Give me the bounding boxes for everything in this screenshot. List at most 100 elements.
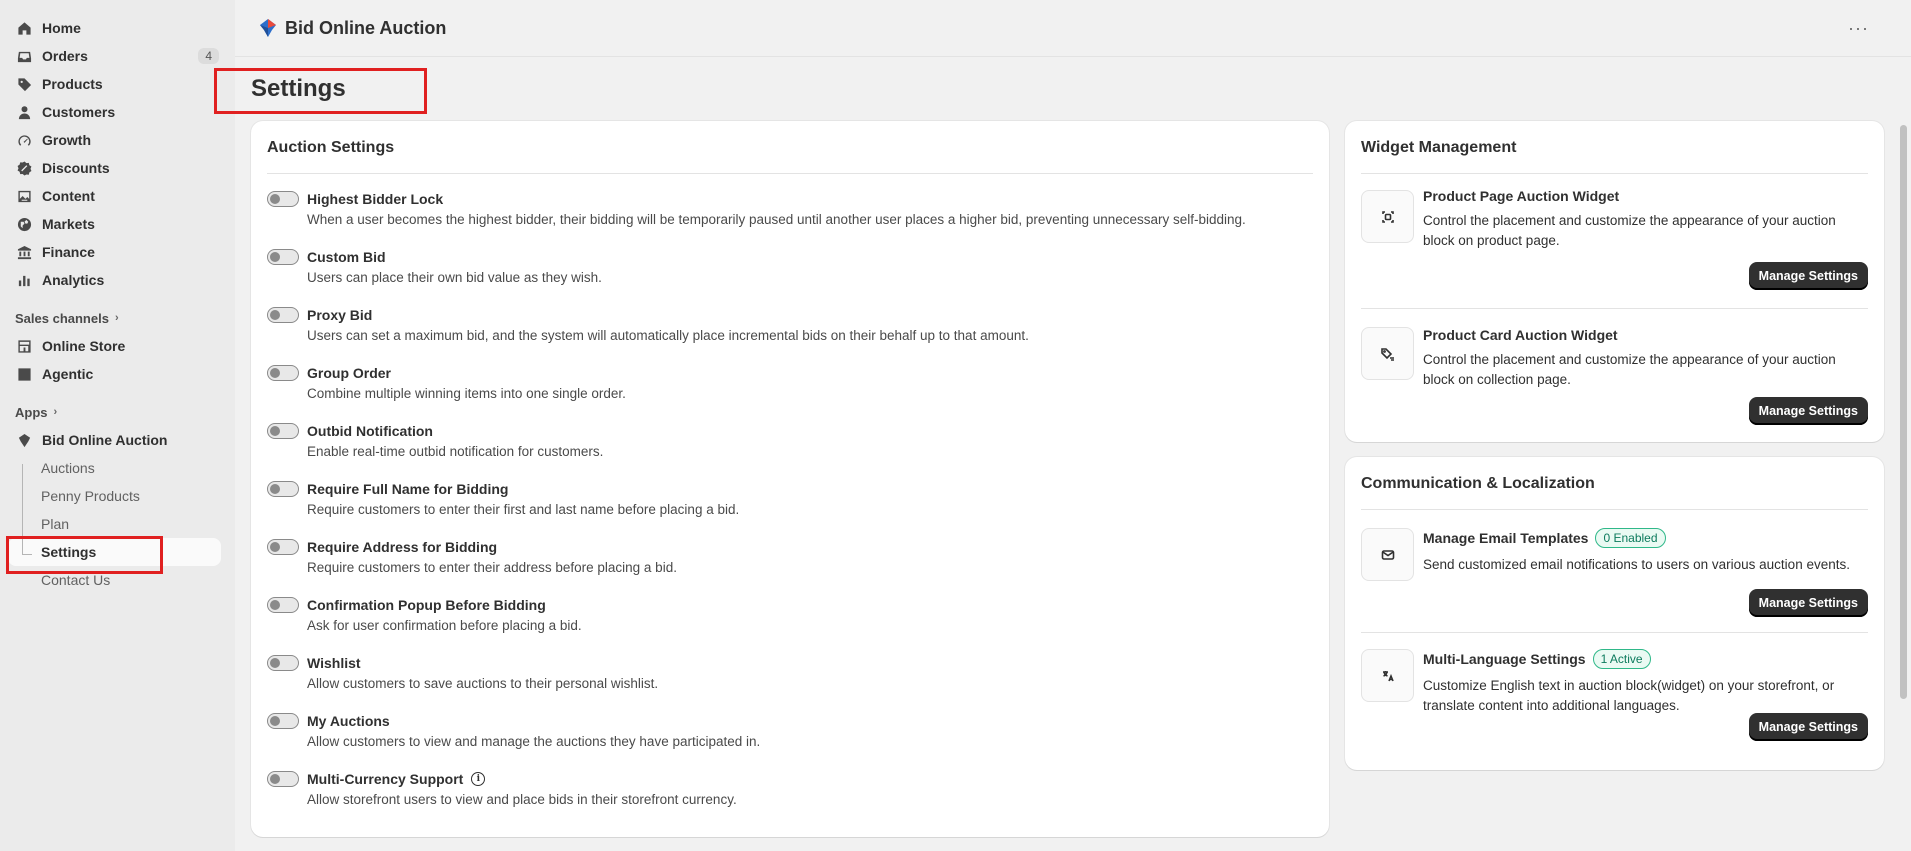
auction-settings-title: Auction Settings [267, 139, 395, 156]
setting-name-text: Group Order [307, 365, 392, 381]
communication-localization-card: Communication & Localization Manage Emai… [1345, 457, 1884, 770]
sidebar-item-label: Content [42, 188, 95, 204]
more-actions-icon[interactable]: ··· [1848, 18, 1869, 39]
widget-management-title: Widget Management [1361, 139, 1517, 156]
setting-toggle[interactable] [267, 713, 299, 729]
status-badge: 1 Active [1592, 649, 1651, 669]
sidebar-item-finance[interactable]: Finance [8, 238, 227, 266]
setting-toggle[interactable] [267, 365, 299, 381]
home-icon [16, 20, 32, 36]
setting-toggle[interactable] [267, 539, 299, 555]
page-title-highlight-box [214, 68, 427, 114]
setting-description: Require customers to enter their address… [307, 560, 677, 575]
setting-name-text: My Auctions [307, 713, 390, 729]
page-scrollbar[interactable] [1897, 57, 1911, 851]
sidebar-item-label: Online Store [42, 338, 126, 354]
app-gavel-icon [16, 432, 32, 448]
toggle-knob [270, 600, 280, 610]
chevron-right-icon: › [53, 406, 58, 418]
setting-toggle[interactable] [267, 597, 299, 613]
row-title: Product Card Auction Widget [1423, 327, 1618, 343]
agent-icon [16, 366, 32, 382]
widget-management-card: Widget Management Product Page Auction W… [1345, 121, 1884, 442]
setting-name: My Auctions [307, 710, 1313, 732]
widget-frame-icon [1361, 190, 1414, 243]
sidebar-item-label: Agentic [42, 366, 94, 382]
sidebar-item-label: Growth [42, 132, 91, 148]
setting-group-order: Group Order Combine multiple winning item… [267, 362, 1313, 420]
sidebar-item-label: Finance [42, 244, 95, 260]
setting-toggle[interactable] [267, 307, 299, 323]
setting-toggle[interactable] [267, 191, 299, 207]
sidebar-item-label: Analytics [42, 272, 105, 288]
sidebar-item-agentic[interactable]: Agentic [8, 360, 227, 388]
sidebar-item-markets[interactable]: Markets [8, 210, 227, 238]
toggle-knob [270, 252, 280, 262]
sidebar-item-online-store[interactable]: Online Store [8, 332, 227, 360]
setting-confirmation-popup-before-bidding: Confirmation Popup Before Bidding Ask for… [267, 594, 1313, 652]
sub-item-label: Penny Products [41, 488, 140, 504]
setting-description: When a user becomes the highest bidder, … [307, 212, 1246, 227]
bar-chart-icon [16, 272, 32, 288]
setting-require-full-name-for-bidding: Require Full Name for Bidding Require cus… [267, 478, 1313, 536]
setting-toggle[interactable] [267, 655, 299, 671]
setting-name: Custom Bid [307, 246, 1313, 268]
scrollbar-thumb[interactable] [1900, 125, 1907, 699]
sidebar-item-analytics[interactable]: Analytics [8, 266, 227, 294]
row-title: Manage Email Templates 0 Enabled [1423, 528, 1868, 548]
globe-icon [16, 216, 32, 232]
bank-icon [16, 244, 32, 260]
chevron-right-icon: › [114, 312, 119, 324]
toggle-knob [270, 716, 280, 726]
sidebar-subitem-penny-products[interactable]: Penny Products [8, 482, 227, 510]
sub-item-label: Auctions [41, 460, 95, 476]
row-description: Customize English text in auction block(… [1423, 678, 1835, 713]
sidebar-item-label: Markets [42, 216, 95, 232]
row-description: Control the placement and customize the … [1423, 213, 1836, 248]
sidebar-item-content[interactable]: Content [8, 182, 227, 210]
sidebar-item-growth[interactable]: Growth [8, 126, 227, 154]
status-badge: 0 Enabled [1595, 528, 1666, 548]
sidebar-item-home[interactable]: Home [8, 14, 227, 42]
sidebar-subitem-auctions[interactable]: Auctions [8, 454, 227, 482]
toggle-knob [270, 310, 280, 320]
sub-item-label: Contact Us [41, 572, 111, 588]
email-templates-row: Manage Email Templates 0 Enabled Send cu… [1361, 510, 1868, 632]
sidebar-item-products[interactable]: Products [8, 70, 227, 98]
settings-highlight-box [6, 536, 163, 574]
product-page-widget-row: Product Page Auction Widget Control the … [1361, 174, 1868, 308]
manage-product-page-widget-button[interactable]: Manage Settings [1748, 262, 1868, 290]
setting-toggle[interactable] [267, 423, 299, 439]
section-label-text: Sales channels [15, 310, 109, 326]
sub-item-label: Plan [41, 516, 70, 532]
sidebar-item-customers[interactable]: Customers [8, 98, 227, 126]
row-description: Send customized email notifications to u… [1423, 557, 1850, 572]
setting-name-text: Require Address for Bidding [307, 539, 498, 555]
setting-name: Require Address for Bidding [307, 536, 1313, 558]
sidebar-item-label: Bid Online Auction [42, 432, 168, 448]
setting-toggle[interactable] [267, 771, 299, 787]
manage-multi-language-button[interactable]: Manage Settings [1748, 713, 1868, 741]
setting-toggle[interactable] [267, 481, 299, 497]
setting-multi-currency-support: Multi-Currency Support i Allow storefront … [267, 768, 1313, 826]
setting-description: Enable real-time outbid notification for… [307, 444, 604, 459]
setting-name: Highest Bidder Lock [307, 188, 1313, 210]
sidebar-subitem-plan[interactable]: Plan [8, 510, 227, 538]
sidebar-item-discounts[interactable]: Discounts [8, 154, 227, 182]
info-icon[interactable]: i [471, 772, 486, 786]
setting-name: Multi-Currency Support i [307, 768, 1313, 790]
setting-description: Allow customers to view and manage the a… [307, 734, 761, 749]
manage-email-templates-button[interactable]: Manage Settings [1748, 589, 1868, 617]
sales-channels-heading[interactable]: Sales channels › [8, 304, 227, 332]
sidebar-item-orders[interactable]: Orders 4 [8, 42, 227, 70]
setting-wishlist: Wishlist Allow customers to save auctions… [267, 652, 1313, 710]
sidebar-item-label: Orders [42, 48, 88, 64]
apps-heading[interactable]: Apps › [8, 398, 227, 426]
setting-description: Allow storefront users to view and place… [307, 792, 737, 807]
manage-product-card-widget-button[interactable]: Manage Settings [1748, 397, 1868, 425]
setting-highest-bidder-lock: Highest Bidder Lock When a user becomes t… [267, 188, 1313, 246]
setting-name: Outbid Notification [307, 420, 1313, 442]
row-title-text: Multi-Language Settings [1423, 651, 1586, 667]
setting-toggle[interactable] [267, 249, 299, 265]
sidebar-item-bid-online-auction[interactable]: Bid Online Auction [8, 426, 227, 454]
